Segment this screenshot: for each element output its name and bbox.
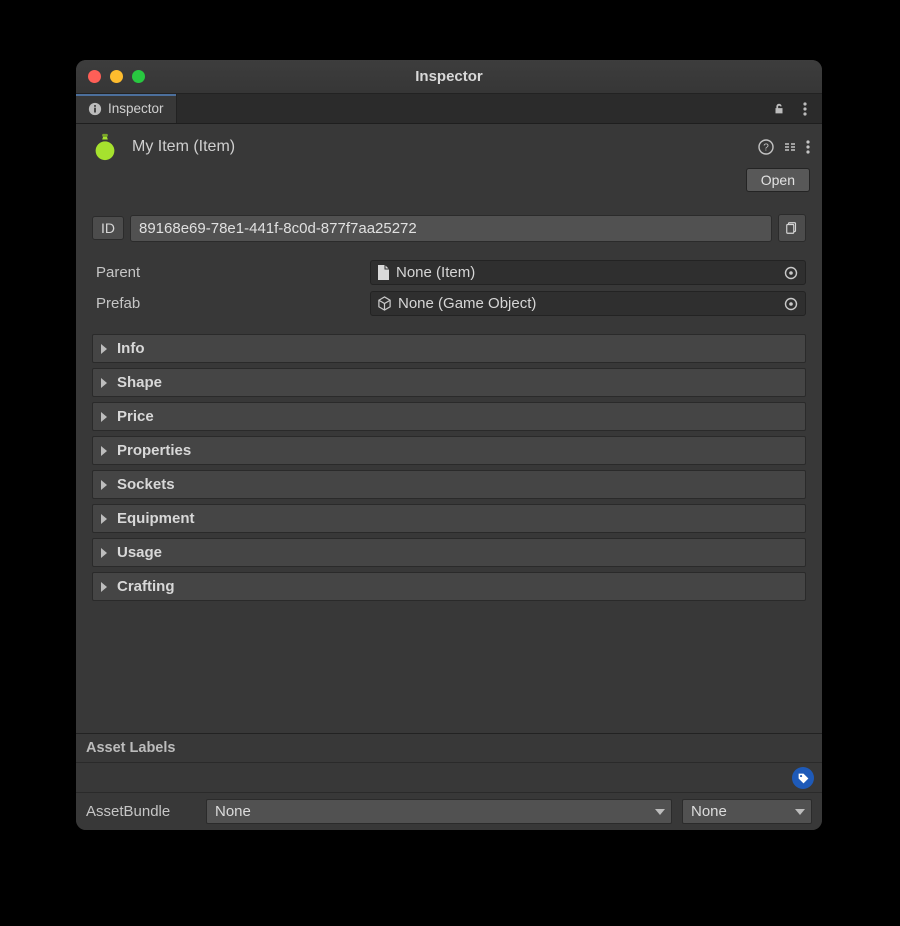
svg-text:?: ? [763, 143, 769, 154]
traffic-lights [88, 70, 145, 83]
copy-id-button[interactable] [778, 214, 806, 242]
object-title: My Item (Item) [132, 138, 748, 156]
foldout-title: Crafting [117, 578, 175, 595]
foldout-title: Equipment [117, 510, 195, 527]
zoom-window-button[interactable] [132, 70, 145, 83]
asset-labels-body [76, 763, 822, 793]
chevron-down-icon [655, 809, 665, 815]
chevron-right-icon [101, 412, 107, 422]
asset-bundle-variant-dropdown[interactable]: None [682, 799, 812, 824]
chevron-down-icon [795, 809, 805, 815]
object-picker-icon[interactable] [783, 265, 799, 281]
prefab-value: None (Game Object) [398, 295, 536, 312]
tab-strip: Inspector [76, 94, 822, 124]
window-title: Inspector [76, 68, 822, 85]
reference-block: Parent None (Item) Prefab [92, 260, 806, 316]
asset-bundle-label: AssetBundle [86, 803, 196, 820]
document-icon [377, 265, 390, 280]
info-icon [88, 102, 102, 116]
chevron-right-icon [101, 548, 107, 558]
foldout-list: Info Shape Price Properties Sockets Equi… [92, 334, 806, 601]
tab-label: Inspector [108, 101, 164, 116]
kebab-menu-icon[interactable] [796, 100, 814, 118]
cube-icon [377, 296, 392, 311]
id-row: ID [92, 214, 806, 242]
inspector-window: Inspector Inspector [76, 60, 822, 830]
asset-bundle-variant-value: None [691, 803, 727, 820]
parent-field[interactable]: None (Item) [370, 260, 806, 285]
foldout-title: Properties [117, 442, 191, 459]
foldout-equipment[interactable]: Equipment [92, 504, 806, 533]
chevron-right-icon [101, 446, 107, 456]
object-picker-icon[interactable] [783, 296, 799, 312]
inspector-footer: Asset Labels AssetBundle None None [76, 733, 822, 830]
window-titlebar[interactable]: Inspector [76, 60, 822, 94]
foldout-title: Usage [117, 544, 162, 561]
parent-row: Parent None (Item) [92, 260, 806, 285]
foldout-title: Info [117, 340, 145, 357]
item-thumbnail-icon[interactable] [88, 130, 122, 164]
foldout-shape[interactable]: Shape [92, 368, 806, 397]
minimize-window-button[interactable] [110, 70, 123, 83]
foldout-title: Shape [117, 374, 162, 391]
chevron-right-icon [101, 480, 107, 490]
foldout-title: Sockets [117, 476, 175, 493]
inspector-body: ID Parent None (Item) [76, 200, 822, 733]
lock-open-icon[interactable] [770, 100, 788, 118]
object-header: My Item (Item) ? Open [76, 124, 822, 200]
prefab-field[interactable]: None (Game Object) [370, 291, 806, 316]
foldout-sockets[interactable]: Sockets [92, 470, 806, 499]
presets-icon[interactable] [782, 139, 798, 155]
chevron-right-icon [101, 378, 107, 388]
copy-icon [785, 221, 799, 235]
asset-labels-header: Asset Labels [76, 734, 822, 763]
tab-inspector[interactable]: Inspector [76, 94, 177, 123]
asset-bundle-value: None [215, 803, 251, 820]
foldout-info[interactable]: Info [92, 334, 806, 363]
chevron-right-icon [101, 344, 107, 354]
prefab-label: Prefab [92, 295, 362, 312]
foldout-crafting[interactable]: Crafting [92, 572, 806, 601]
parent-label: Parent [92, 264, 362, 281]
foldout-usage[interactable]: Usage [92, 538, 806, 567]
close-window-button[interactable] [88, 70, 101, 83]
foldout-properties[interactable]: Properties [92, 436, 806, 465]
chevron-right-icon [101, 582, 107, 592]
id-label: ID [92, 216, 124, 240]
foldout-title: Price [117, 408, 154, 425]
foldout-price[interactable]: Price [92, 402, 806, 431]
prefab-row: Prefab None (Game Object) [92, 291, 806, 316]
asset-bundle-dropdown[interactable]: None [206, 799, 672, 824]
open-asset-button[interactable]: Open [746, 168, 810, 192]
kebab-menu-icon[interactable] [806, 140, 810, 154]
tab-actions [770, 94, 822, 123]
chevron-right-icon [101, 514, 107, 524]
tag-icon [797, 772, 810, 785]
asset-bundle-row: AssetBundle None None [76, 793, 822, 830]
help-icon[interactable]: ? [758, 139, 774, 155]
id-field[interactable] [130, 215, 772, 242]
parent-value: None (Item) [396, 264, 475, 281]
add-asset-label-button[interactable] [792, 767, 814, 789]
